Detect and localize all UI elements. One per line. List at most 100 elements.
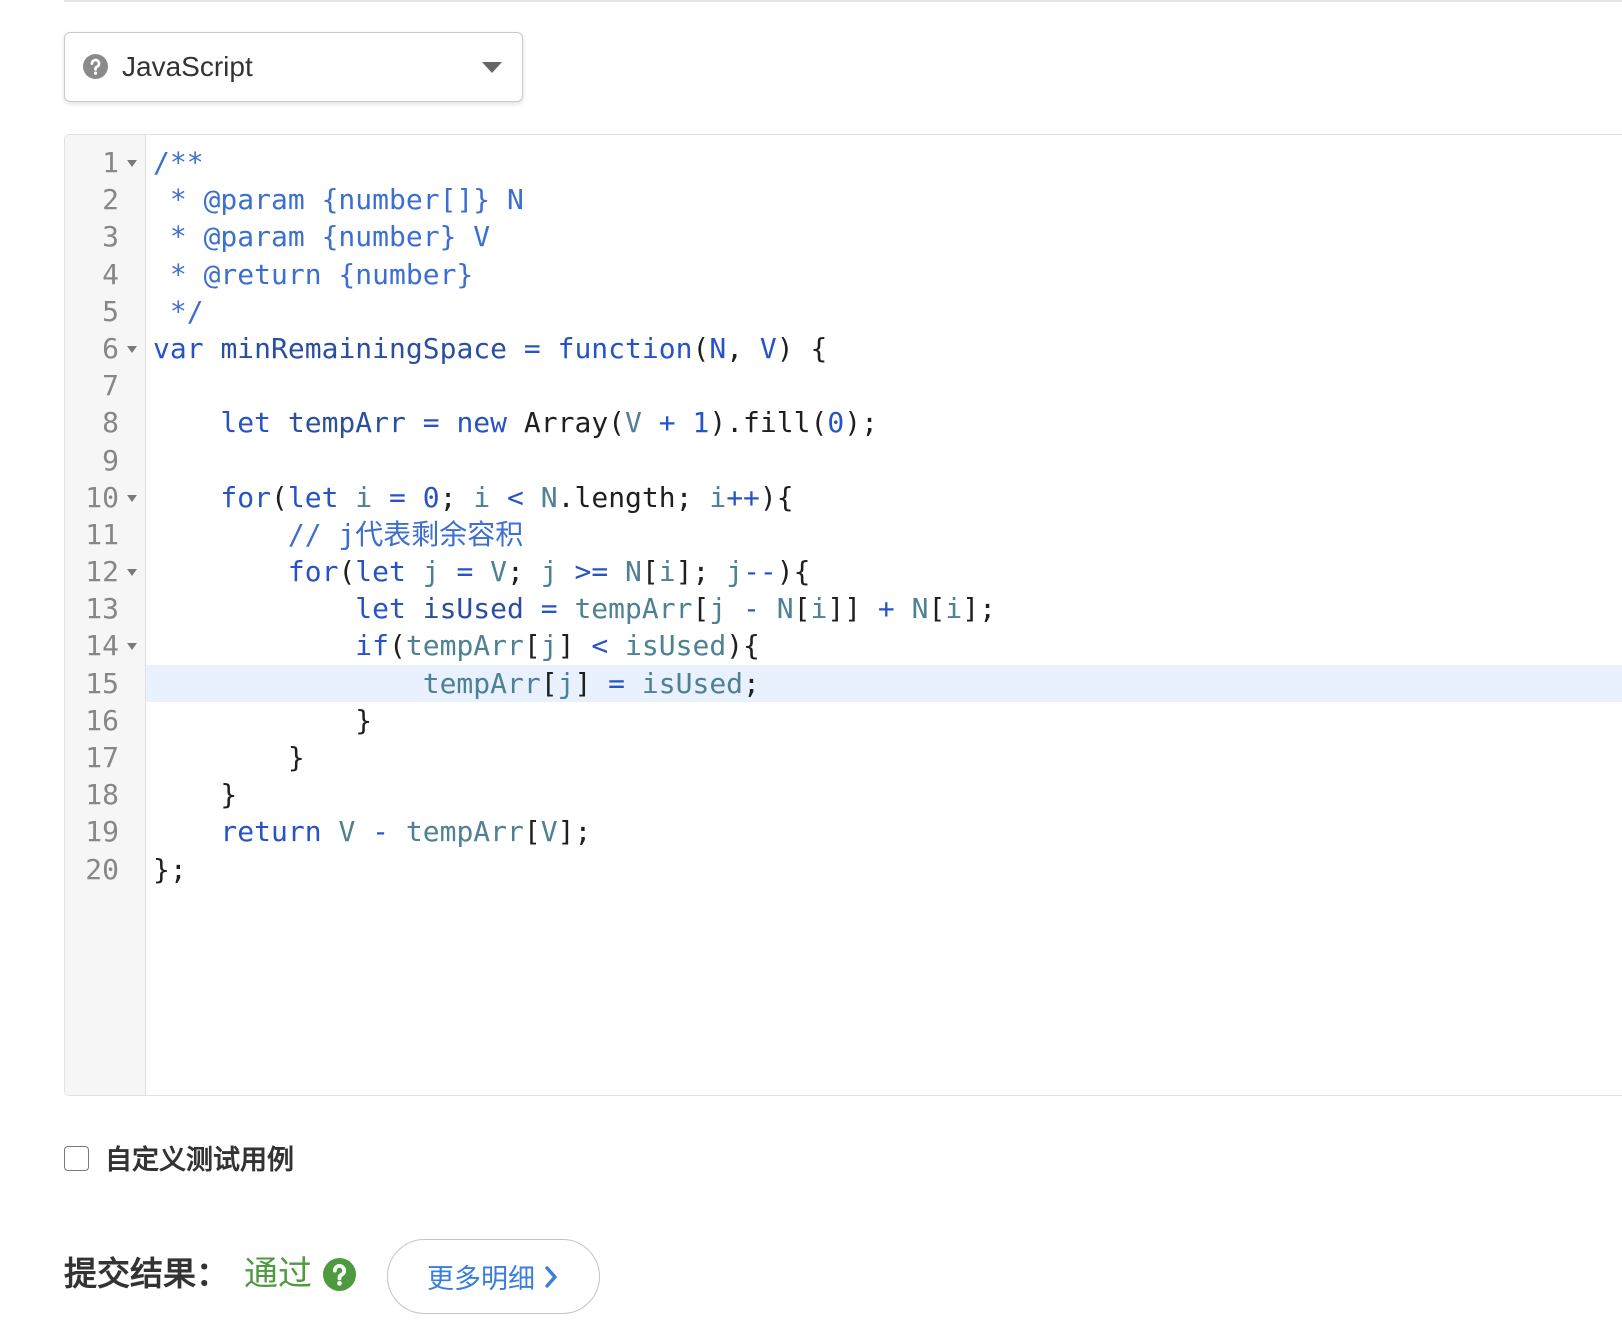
- line-number: 20: [85, 852, 119, 886]
- code-token: ]]: [827, 592, 862, 626]
- code-text: * @param {number} V: [146, 218, 1622, 255]
- code-token: =: [439, 555, 491, 589]
- chevron-right-icon: [545, 1265, 557, 1288]
- code-token: (: [389, 629, 406, 663]
- code-token: let: [287, 480, 356, 514]
- line-number: 4: [102, 257, 119, 291]
- code-token: ++: [726, 480, 760, 514]
- code-token: isUsed: [625, 629, 727, 663]
- code-token: >=: [557, 555, 626, 589]
- code-token: i: [355, 480, 373, 514]
- code-token: ;: [507, 555, 541, 589]
- code-line[interactable]: 4 * @return {number}: [65, 256, 1622, 293]
- code-line[interactable]: 15 tempArr[j] = isUsed;: [65, 664, 1622, 702]
- code-token: i: [658, 555, 676, 589]
- code-lines[interactable]: 1/** 2 * @param {number[]} N3 * @param {n…: [65, 144, 1622, 888]
- code-token: (: [338, 555, 356, 589]
- code-line[interactable]: 13 let isUsed = tempArr[j - N[i]] + N[i]…: [65, 590, 1622, 627]
- code-line[interactable]: 16 }: [65, 702, 1622, 739]
- fold-arrow-icon[interactable]: [127, 345, 137, 353]
- code-line[interactable]: 19 return V - tempArr[V];: [65, 813, 1622, 850]
- code-token: ];: [675, 555, 727, 589]
- language-select[interactable]: JavaScript: [64, 32, 523, 102]
- code-line[interactable]: 10 for(let i = 0; i < N.length; i++){: [65, 479, 1622, 516]
- code-token: i: [709, 480, 727, 514]
- line-number: 1: [102, 146, 119, 179]
- code-line[interactable]: 9: [65, 442, 1622, 479]
- code-line[interactable]: 6 var minRemainingSpace = function(N, V) …: [65, 330, 1622, 367]
- code-token: [: [692, 592, 710, 626]
- code-line[interactable]: 18 }: [65, 776, 1622, 813]
- code-token: V: [540, 815, 558, 849]
- code-text: */: [146, 293, 1622, 330]
- question-circle-icon[interactable]: [83, 54, 108, 79]
- code-token: isUsed: [641, 666, 744, 700]
- code-token: j: [726, 555, 744, 589]
- code-token: minRemainingSpace: [220, 331, 508, 365]
- line-number: 14: [85, 629, 119, 663]
- code-token: (: [692, 331, 710, 365]
- line-number: 12: [85, 555, 119, 589]
- code-line[interactable]: 1 /**: [65, 144, 1622, 181]
- line-number: 3: [102, 220, 119, 254]
- code-line[interactable]: 2 * @param {number[]} N: [65, 181, 1622, 218]
- code-token: [: [928, 592, 946, 626]
- code-line[interactable]: 7: [65, 367, 1622, 404]
- code-token: [: [793, 592, 811, 626]
- line-number: 8: [102, 406, 119, 440]
- code-line[interactable]: 12 for(let j = V; j >= N[i]; j--){: [65, 553, 1622, 590]
- fold-arrow-icon[interactable]: [127, 643, 137, 651]
- code-text: for(let i = 0; i < N.length; i++){: [146, 479, 1622, 516]
- more-details-button[interactable]: 更多明细: [387, 1239, 600, 1314]
- code-line[interactable]: 5 */: [65, 293, 1622, 330]
- code-token: if: [153, 629, 390, 663]
- code-token: return: [153, 815, 339, 849]
- code-line[interactable]: 14 if(tempArr[j] < isUsed){: [65, 627, 1622, 664]
- code-line[interactable]: 11 // j代表剩余容积: [65, 516, 1622, 553]
- code-token: 0: [827, 406, 845, 440]
- code-token: ]: [557, 629, 592, 663]
- code-token: =: [608, 666, 642, 700]
- code-token: let: [355, 555, 423, 589]
- question-circle-icon[interactable]: [323, 1258, 356, 1291]
- code-token: <: [490, 480, 541, 514]
- submission-result-label: 提交结果：: [64, 1255, 229, 1292]
- more-details-label: 更多明细: [427, 1264, 535, 1294]
- fold-arrow-icon[interactable]: [127, 494, 137, 502]
- code-token: j: [709, 592, 727, 626]
- code-text: var minRemainingSpace = function(N, V) {: [146, 330, 1622, 367]
- code-text: };: [146, 851, 1622, 888]
- code-text: for(let j = V; j >= N[i]; j--){: [146, 553, 1622, 590]
- fold-arrow-icon[interactable]: [127, 160, 137, 167]
- line-number: 15: [85, 666, 119, 700]
- code-line[interactable]: 17 }: [65, 739, 1622, 776]
- code-editor[interactable]: 1/** 2 * @param {number[]} N3 * @param {n…: [64, 134, 1622, 1096]
- line-number: 5: [102, 294, 119, 328]
- top-divider: [64, 0, 1622, 2]
- line-number: 9: [102, 443, 119, 477]
- code-text: }: [146, 702, 1622, 739]
- fold-arrow-icon[interactable]: [127, 569, 137, 577]
- code-token: var: [153, 331, 221, 365]
- code-token: };: [153, 852, 187, 886]
- custom-test-checkbox[interactable]: [64, 1146, 89, 1171]
- code-token: ]: [574, 666, 609, 700]
- caret-down-icon[interactable]: [482, 62, 502, 73]
- code-token: --: [743, 555, 777, 589]
- code-token: [: [641, 555, 659, 589]
- code-token: ){: [726, 629, 760, 663]
- line-number: 2: [102, 183, 119, 217]
- code-token: ;: [439, 480, 474, 514]
- custom-test-label[interactable]: 自定义测试用例: [105, 1140, 294, 1180]
- code-token: .length;: [557, 480, 710, 514]
- code-token: j: [422, 555, 440, 589]
- code-line[interactable]: 3 * @param {number} V: [65, 218, 1622, 255]
- code-token: ;: [743, 666, 760, 700]
- code-token: = 0: [372, 480, 440, 514]
- code-line[interactable]: 8 let tempArr = new Array(V + 1).fill(0)…: [65, 404, 1622, 441]
- code-token: // j代表剩余容积: [153, 517, 524, 551]
- code-line[interactable]: 20};: [65, 851, 1622, 888]
- code-token: ){: [759, 480, 794, 514]
- code-token: V: [338, 815, 356, 849]
- code-token: [: [523, 815, 541, 849]
